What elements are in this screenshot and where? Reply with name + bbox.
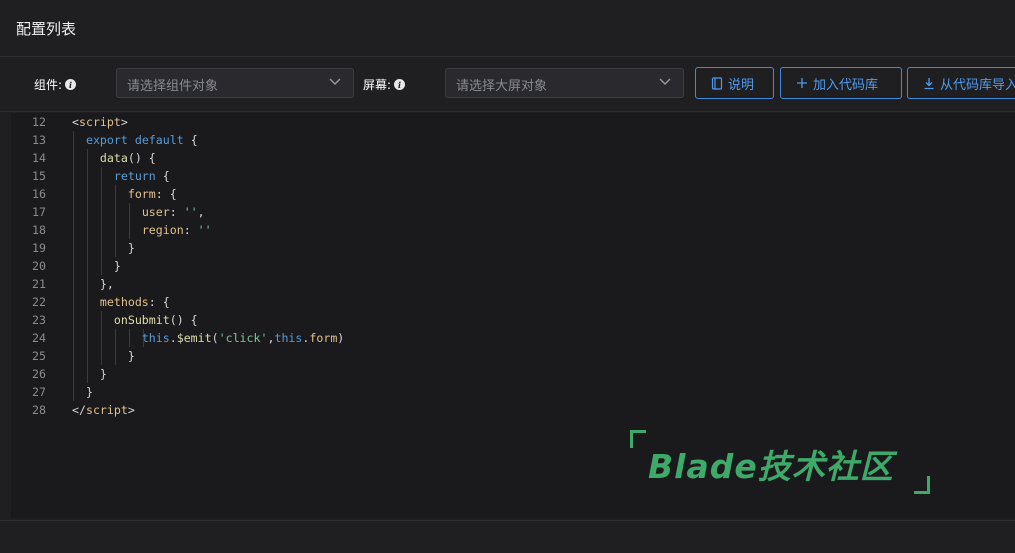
line-number: 21 xyxy=(32,277,46,291)
footer-bar xyxy=(0,520,1015,553)
code-line: 27 } xyxy=(11,383,1015,401)
download-icon xyxy=(924,77,934,89)
code-line: 25 } xyxy=(11,347,1015,365)
component-select-placeholder: 请选择组件对象 xyxy=(127,79,219,94)
chevron-down-icon xyxy=(659,78,671,85)
watermark-bracket-right xyxy=(914,476,930,494)
code-line: 19 } xyxy=(11,239,1015,257)
component-label: 组件: i xyxy=(34,76,77,93)
watermark-bracket-left xyxy=(630,430,646,448)
code-line: 21 }, xyxy=(11,275,1015,293)
code-line: 13 export default { xyxy=(11,131,1015,149)
line-number: 23 xyxy=(32,313,46,327)
screen-label: 屏幕: i xyxy=(363,76,406,93)
toolbar: 组件: i 请选择组件对象 屏幕: i 请选择大屏对象 说明 加入代码库 从代码… xyxy=(0,57,1015,112)
page-title: 配置列表 xyxy=(16,20,77,38)
line-number: 18 xyxy=(32,223,46,237)
import-from-library-button-label: 从代码库导入 xyxy=(940,77,1015,93)
screen-select-placeholder: 请选择大屏对象 xyxy=(456,79,548,94)
code-line: 16 form: { xyxy=(11,185,1015,203)
code-line: 20 } xyxy=(11,257,1015,275)
book-icon xyxy=(711,76,723,90)
line-number: 15 xyxy=(32,169,46,183)
watermark: Blade技术社区 xyxy=(630,430,930,494)
line-number: 27 xyxy=(32,385,46,399)
line-number: 20 xyxy=(32,259,46,273)
code-line: 12 <script> xyxy=(11,113,1015,131)
line-number: 28 xyxy=(32,403,46,417)
code-line: 24 this.$emit('click',this.form) xyxy=(11,329,1015,347)
line-number: 13 xyxy=(32,133,46,147)
code-line: 14 data() { xyxy=(11,149,1015,167)
code-line: 28 </script> xyxy=(11,401,1015,419)
plus-icon xyxy=(797,78,807,88)
line-number: 14 xyxy=(32,151,46,165)
line-number: 16 xyxy=(32,187,46,201)
component-select[interactable]: 请选择组件对象 xyxy=(116,68,354,98)
add-to-library-button-label: 加入代码库 xyxy=(813,77,879,93)
line-number: 26 xyxy=(32,367,46,381)
component-label-text: 组件: xyxy=(34,78,63,92)
description-button[interactable]: 说明 xyxy=(695,67,774,99)
code-line: 15 return { xyxy=(11,167,1015,185)
info-icon[interactable]: i xyxy=(394,79,406,90)
line-number: 12 xyxy=(32,115,46,129)
watermark-text: Blade技术社区 xyxy=(648,447,894,486)
header-bar: 配置列表 xyxy=(0,0,1015,57)
description-button-label: 说明 xyxy=(728,77,755,93)
line-number: 19 xyxy=(32,241,46,255)
line-number: 22 xyxy=(32,295,46,309)
line-number: 24 xyxy=(32,331,46,345)
import-from-library-button[interactable]: 从代码库导入 xyxy=(907,67,1015,99)
screen-select[interactable]: 请选择大屏对象 xyxy=(445,68,684,98)
info-icon[interactable]: i xyxy=(65,79,77,90)
screen-label-text: 屏幕: xyxy=(363,78,392,92)
code-line: 22 methods: { xyxy=(11,293,1015,311)
line-number: 25 xyxy=(32,349,46,363)
line-number: 17 xyxy=(32,205,46,219)
code-line: 26 } xyxy=(11,365,1015,383)
add-to-library-button[interactable]: 加入代码库 xyxy=(780,67,902,99)
chevron-down-icon xyxy=(329,78,341,85)
code-line: 23 onSubmit() { xyxy=(11,311,1015,329)
code-line: 17 user: '', xyxy=(11,203,1015,221)
code-line: 18 region: '' xyxy=(11,221,1015,239)
